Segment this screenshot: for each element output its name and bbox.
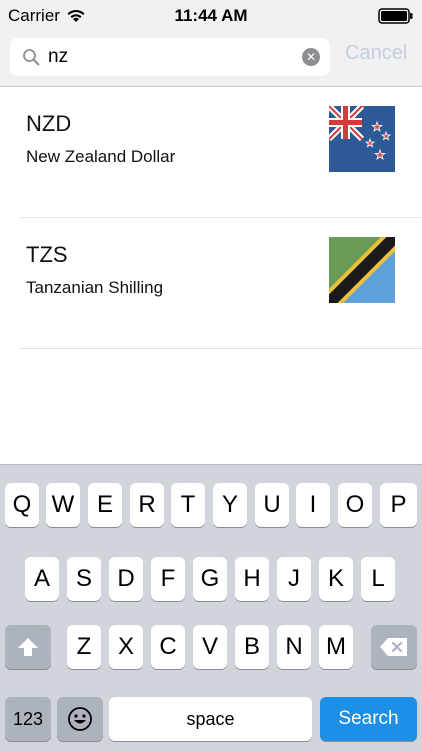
emoji-icon <box>68 707 92 731</box>
search-input[interactable] <box>48 38 298 76</box>
currency-name: New Zealand Dollar <box>26 147 176 166</box>
results-list: NZD New Zealand Dollar TZS Tanzanian Shi… <box>0 87 422 349</box>
key-x[interactable]: X <box>109 625 143 669</box>
search-key[interactable]: Search <box>320 697 417 741</box>
list-item-nzd[interactable]: NZD New Zealand Dollar <box>20 87 422 218</box>
space-key[interactable]: space <box>109 697 312 741</box>
key-w[interactable]: W <box>46 483 80 527</box>
key-n[interactable]: N <box>277 625 311 669</box>
key-c[interactable]: C <box>151 625 185 669</box>
key-l[interactable]: L <box>361 557 395 601</box>
battery-icon <box>378 8 413 24</box>
currency-name: Tanzanian Shilling <box>26 278 164 297</box>
key-y[interactable]: Y <box>213 483 247 527</box>
key-b[interactable]: B <box>235 625 269 669</box>
key-k[interactable]: K <box>319 557 353 601</box>
emoji-key[interactable] <box>57 697 103 741</box>
currency-code: NZD <box>26 111 72 136</box>
cancel-button[interactable]: Cancel <box>345 42 407 65</box>
search-field[interactable]: ✕ <box>10 38 330 76</box>
key-d[interactable]: D <box>109 557 143 601</box>
key-u[interactable]: U <box>255 483 289 527</box>
status-bar: Carrier 11:44 AM <box>0 0 422 30</box>
delete-key[interactable] <box>371 625 417 669</box>
key-h[interactable]: H <box>235 557 269 601</box>
numbers-key[interactable]: 123 <box>5 697 51 741</box>
clear-icon[interactable]: ✕ <box>302 48 320 66</box>
key-o[interactable]: O <box>338 483 372 527</box>
key-z[interactable]: Z <box>67 625 101 669</box>
key-e[interactable]: E <box>88 483 122 527</box>
key-a[interactable]: A <box>25 557 59 601</box>
shift-key[interactable] <box>5 625 51 669</box>
shift-icon <box>18 638 38 656</box>
currency-code: TZS <box>26 242 68 267</box>
search-bar: ✕ Cancel <box>0 30 422 87</box>
key-v[interactable]: V <box>193 625 227 669</box>
key-g[interactable]: G <box>193 557 227 601</box>
list-item-tzs[interactable]: TZS Tanzanian Shilling <box>20 218 422 349</box>
key-j[interactable]: J <box>277 557 311 601</box>
key-p[interactable]: P <box>380 483 417 527</box>
tanzania-flag-icon <box>329 237 395 303</box>
key-m[interactable]: M <box>319 625 353 669</box>
keyboard: Q W E R T Y U I O P A S D F G H J K L Z … <box>0 464 422 751</box>
new-zealand-flag-icon <box>329 106 395 172</box>
key-t[interactable]: T <box>171 483 205 527</box>
search-icon <box>23 49 40 66</box>
key-q[interactable]: Q <box>5 483 39 527</box>
key-f[interactable]: F <box>151 557 185 601</box>
status-time: 11:44 AM <box>174 6 248 25</box>
key-s[interactable]: S <box>67 557 101 601</box>
key-i[interactable]: I <box>296 483 330 527</box>
key-r[interactable]: R <box>130 483 164 527</box>
backspace-icon <box>380 638 407 656</box>
